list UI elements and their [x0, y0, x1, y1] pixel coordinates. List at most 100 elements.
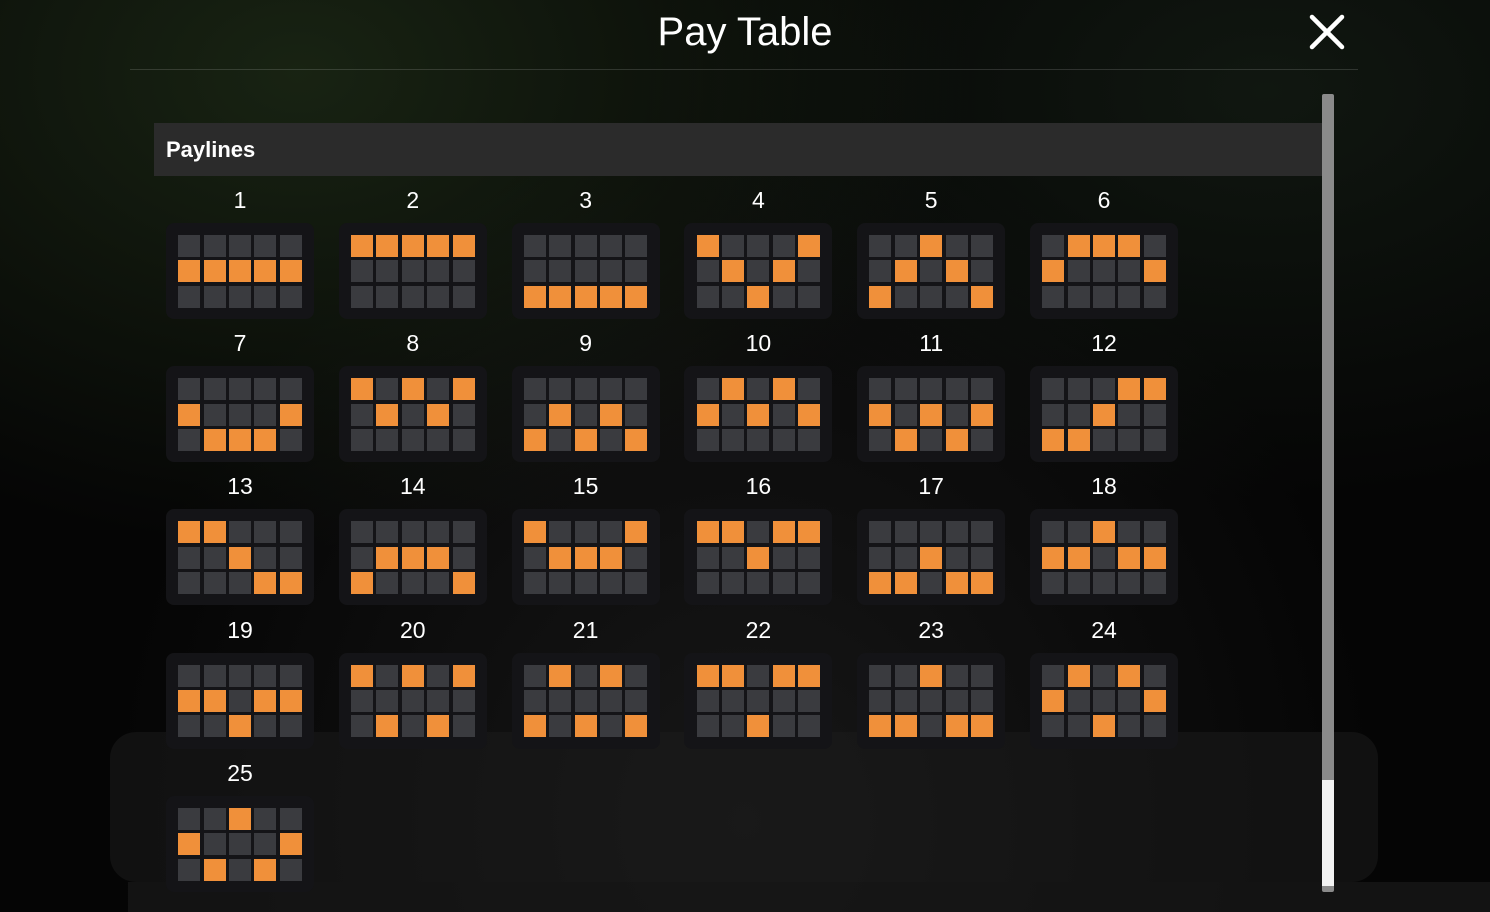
payline-cell-active: [772, 521, 795, 544]
payline-cell-active: [523, 715, 546, 738]
payline-cell: [549, 428, 572, 451]
payline-cell-active: [1118, 378, 1141, 401]
payline-cell: [1093, 378, 1115, 401]
payline-cell-active: [920, 403, 943, 426]
payline-pattern: [166, 795, 314, 892]
payline-cell: [1067, 378, 1090, 401]
payline-cell-active: [798, 664, 821, 687]
payline-cell: [350, 285, 373, 308]
payline-cell-active: [1042, 689, 1065, 712]
payline-10: 10: [684, 329, 833, 463]
payline-cell: [1042, 521, 1065, 544]
payline-number: 15: [572, 473, 599, 500]
payline-cell: [1042, 715, 1065, 738]
payline-cell: [401, 428, 424, 451]
payline-cell: [229, 403, 251, 426]
payline-cell-active: [178, 689, 201, 712]
payline-cell: [798, 689, 821, 712]
payline-cell: [574, 572, 597, 595]
payline-cell: [920, 521, 943, 544]
payline-cell: [523, 664, 546, 687]
payline-cell: [427, 572, 450, 595]
payline-cell-active: [401, 378, 424, 401]
payline-pattern: [511, 509, 660, 606]
payline-cell: [549, 378, 572, 401]
payline-cell-active: [625, 285, 648, 308]
scrollbar[interactable]: [1322, 94, 1334, 892]
payline-cell: [229, 572, 251, 595]
payline-cell-active: [279, 689, 302, 712]
payline-cell-active: [574, 715, 597, 738]
payline-cell-active: [254, 428, 277, 451]
payline-cell: [747, 260, 770, 283]
payline-cell: [721, 235, 744, 257]
payline-cell: [920, 689, 943, 712]
payline-20: 20: [338, 616, 487, 749]
payline-cell-active: [376, 715, 399, 738]
payline-cell: [401, 572, 424, 595]
payline-cell-active: [1042, 546, 1065, 569]
payline-pattern: [1030, 366, 1178, 463]
payline-cell: [549, 260, 572, 283]
payline-cell-active: [452, 235, 475, 257]
payline-cell-active: [1093, 715, 1115, 738]
payline-cell: [254, 715, 277, 738]
payline-cell-active: [549, 403, 572, 426]
payline-cell: [747, 521, 770, 544]
payline-cell: [229, 858, 251, 881]
payline-cell: [427, 378, 450, 401]
payline-cell-active: [696, 403, 719, 426]
payline-cell-active: [1143, 260, 1166, 283]
payline-cell-active: [229, 428, 251, 451]
payline-cell: [229, 235, 251, 257]
payline-cell: [869, 521, 892, 544]
payline-number: 8: [406, 330, 420, 357]
payline-cell-active: [350, 378, 373, 401]
payline-cell: [178, 572, 201, 595]
payline-cell: [599, 260, 622, 283]
payline-cell: [229, 521, 251, 544]
payline-number: 13: [227, 473, 253, 500]
payline-cell: [696, 572, 719, 595]
payline-cell-active: [747, 403, 770, 426]
payline-cell-active: [427, 235, 450, 257]
payline-cell: [945, 285, 968, 308]
payline-cell: [798, 572, 821, 595]
payline-cell: [625, 260, 648, 283]
payline-5: 5: [857, 186, 1006, 319]
payline-cell-active: [625, 715, 648, 738]
payline-22: 22: [684, 616, 833, 749]
payline-cell: [1042, 378, 1065, 401]
payline-cell: [523, 572, 546, 595]
payline-cell: [1143, 235, 1166, 257]
payline-cell: [772, 572, 795, 595]
payline-cell: [970, 378, 993, 401]
payline-cell-active: [1093, 521, 1115, 544]
payline-cell-active: [1093, 403, 1115, 426]
payline-cell-active: [203, 260, 226, 283]
payline-cell-active: [401, 235, 424, 257]
payline-cell: [599, 235, 622, 257]
payline-cell-active: [229, 807, 251, 830]
payline-cell: [721, 546, 744, 569]
payline-cell: [920, 378, 943, 401]
payline-cell: [599, 715, 622, 738]
payline-cell: [254, 403, 277, 426]
payline-8: 8: [338, 329, 487, 463]
payline-12: 12: [1030, 329, 1178, 463]
payline-cell: [894, 285, 917, 308]
payline-number: 21: [572, 616, 599, 643]
payline-25: 25: [166, 759, 314, 892]
payline-cell: [549, 235, 572, 257]
payline-cell: [452, 403, 475, 426]
payline-cell-active: [350, 235, 373, 257]
payline-cell-active: [599, 285, 622, 308]
payline-cell-active: [696, 521, 719, 544]
scrollbar-thumb[interactable]: [1322, 780, 1334, 886]
payline-cell: [254, 521, 277, 544]
payline-cell-active: [254, 572, 277, 595]
payline-cell-active: [599, 664, 622, 687]
payline-cell-active: [279, 572, 302, 595]
payline-cell-active: [747, 715, 770, 738]
payline-cell-active: [721, 260, 744, 283]
